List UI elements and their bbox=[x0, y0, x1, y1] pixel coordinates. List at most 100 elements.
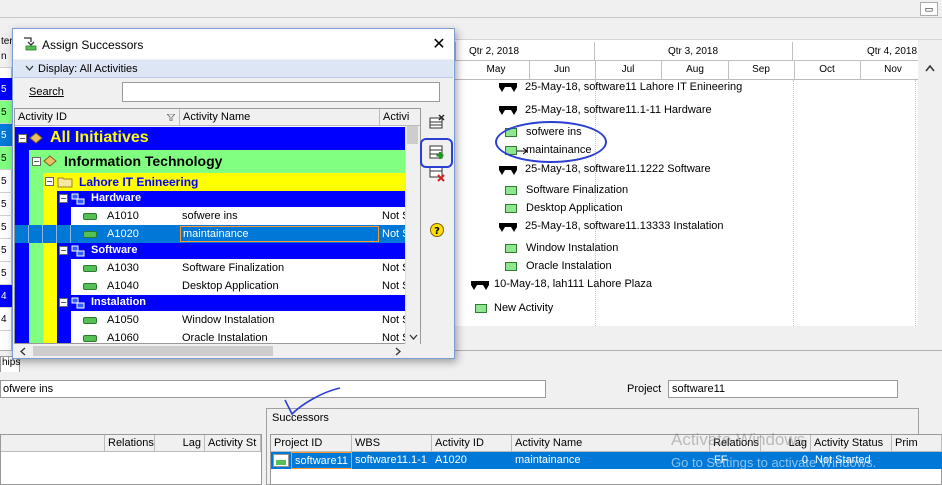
successor-activity-id[interactable]: A1020 bbox=[432, 452, 470, 469]
activity-bar[interactable] bbox=[505, 186, 517, 195]
row-cell[interactable]: 5 bbox=[0, 262, 12, 285]
activity-tree-grid[interactable]: Activity ID Activity Name Activi − All I… bbox=[14, 108, 421, 344]
annotation-checkmark bbox=[284, 387, 341, 416]
month-label: Oct bbox=[819, 64, 835, 75]
scroll-left-icon[interactable] bbox=[19, 347, 26, 356]
activity-icon bbox=[83, 335, 97, 342]
filter-funnel-icon[interactable] bbox=[167, 114, 175, 121]
collapse-icon[interactable]: − bbox=[32, 157, 41, 166]
activity-row[interactable]: A1030 Software Finalization Not S bbox=[15, 259, 406, 277]
row-cell[interactable]: 5 bbox=[0, 124, 12, 147]
successor-wbs[interactable]: software11.1-1 bbox=[352, 452, 430, 469]
gantt-vertical-scrollbar[interactable] bbox=[918, 40, 942, 340]
activity-icon bbox=[83, 265, 97, 272]
activity-icon bbox=[83, 283, 97, 290]
activity-row[interactable]: A1040 Desktop Application Not S bbox=[15, 277, 406, 295]
annotation-ellipse bbox=[495, 121, 607, 163]
activity-row[interactable]: A1060 Oracle Instalation Not S bbox=[15, 329, 406, 343]
row-cell[interactable]: 5 bbox=[0, 101, 12, 124]
activity-bar[interactable] bbox=[505, 262, 517, 271]
gantt-row-label: New Activity bbox=[494, 302, 554, 314]
activity-name[interactable]: maintainance bbox=[180, 226, 379, 242]
project-field[interactable]: software11 bbox=[668, 380, 898, 398]
eps-node-icon bbox=[29, 132, 43, 144]
successor-activity-name[interactable]: maintainance bbox=[512, 452, 583, 469]
month-label: Sep bbox=[752, 64, 770, 75]
remove-grid-icon[interactable] bbox=[429, 166, 445, 182]
activity-status: Not S bbox=[382, 280, 406, 292]
restore-button[interactable]: ▭ bbox=[920, 2, 938, 16]
activity-table-partial-column: ter n 5 5 5 5 5 5 5 5 5 4 4 bbox=[0, 30, 13, 350]
activity-bar[interactable] bbox=[505, 244, 517, 253]
column-header[interactable]: Project ID bbox=[271, 435, 352, 452]
close-icon[interactable]: ✕ bbox=[430, 34, 448, 54]
tree-node-label: Instalation bbox=[91, 296, 147, 308]
row-cell[interactable]: 5 bbox=[0, 78, 12, 101]
tree-row-hardware[interactable]: − Hardware bbox=[15, 191, 406, 207]
activation-watermark-subtitle: Go to Settings to activate Windows. bbox=[671, 455, 877, 470]
scroll-down-icon[interactable] bbox=[409, 334, 418, 341]
row-cell[interactable]: 5 bbox=[0, 193, 12, 216]
row-cell[interactable]: 4 bbox=[0, 285, 12, 308]
successor-project-id[interactable]: software11 bbox=[291, 452, 352, 469]
activity-name: Window Instalation bbox=[182, 314, 275, 326]
activity-icon bbox=[83, 317, 97, 324]
predecessors-grid[interactable]: Relations Lag Activity St bbox=[0, 434, 262, 485]
display-filter-label[interactable]: Display: All Activities bbox=[38, 63, 138, 75]
collapse-icon[interactable]: − bbox=[59, 246, 68, 255]
scroll-up-icon[interactable] bbox=[925, 64, 935, 72]
dialog-title: Assign Successors bbox=[42, 38, 144, 52]
month-label: May bbox=[486, 64, 506, 75]
tree-row-software[interactable]: − Software bbox=[15, 243, 406, 259]
gantt-chart[interactable]: 25-May-18, software11 Lahore IT Enineeri… bbox=[455, 80, 918, 326]
activity-bar[interactable] bbox=[505, 204, 517, 213]
collapse-icon[interactable]: − bbox=[45, 177, 54, 186]
column-header[interactable]: Activity St bbox=[205, 435, 261, 452]
activity-name: Desktop Application bbox=[182, 280, 279, 292]
column-header[interactable]: Relations bbox=[105, 435, 155, 452]
collapse-icon[interactable]: − bbox=[59, 298, 68, 307]
tree-node-label: All Initiatives bbox=[50, 129, 149, 146]
tree-vertical-scroll-thumb[interactable] bbox=[407, 126, 418, 144]
project-icon bbox=[273, 454, 289, 467]
collapse-icon[interactable]: − bbox=[18, 134, 27, 143]
activity-name: Software Finalization bbox=[182, 262, 285, 274]
gantt-row-label: 25-May-18, software11.13333 Instalation bbox=[525, 220, 724, 232]
tree-row-information-technology[interactable]: − Information Technology bbox=[15, 150, 406, 173]
row-cell[interactable]: 5 bbox=[0, 216, 12, 239]
wbs-icon bbox=[71, 245, 85, 257]
gantt-row-label: Software Finalization bbox=[526, 184, 629, 196]
chevron-down-icon[interactable] bbox=[25, 65, 34, 72]
column-header[interactable]: Activity Status bbox=[811, 435, 892, 452]
column-header[interactable]: Activity ID bbox=[15, 109, 180, 126]
tree-row-all-initiatives[interactable]: − All Initiatives bbox=[15, 127, 406, 150]
column-header[interactable]: Prim bbox=[892, 435, 942, 452]
scroll-right-icon[interactable] bbox=[395, 347, 402, 356]
close-grid-icon[interactable] bbox=[429, 114, 445, 130]
column-header[interactable]: Activi bbox=[380, 109, 420, 126]
activity-status: Not S bbox=[382, 228, 406, 240]
column-header[interactable]: Activity ID bbox=[432, 435, 512, 452]
row-cell[interactable]: 5 bbox=[0, 170, 12, 193]
tree-row-lahore-it-enineering[interactable]: − Lahore IT Enineering bbox=[15, 173, 406, 191]
help-icon[interactable]: ? bbox=[429, 222, 445, 238]
activity-row[interactable]: A1050 Window Instalation Not S bbox=[15, 311, 406, 329]
row-cell[interactable]: 5 bbox=[0, 147, 12, 170]
search-input[interactable] bbox=[122, 82, 440, 102]
column-header[interactable]: WBS bbox=[352, 435, 432, 452]
activity-name-field[interactable]: ofwere ins bbox=[0, 380, 546, 398]
month-label: Jul bbox=[621, 64, 635, 75]
activity-row[interactable]: A1010 sofwere ins Not S bbox=[15, 207, 406, 225]
collapse-icon[interactable]: − bbox=[59, 194, 68, 203]
row-cell[interactable]: 5 bbox=[0, 239, 12, 262]
tree-row-instalation[interactable]: − Instalation bbox=[15, 295, 406, 311]
tree-horizontal-scroll-thumb[interactable] bbox=[33, 346, 273, 356]
gantt-horizontal-scrollbar[interactable] bbox=[455, 326, 942, 340]
column-header[interactable]: Lag bbox=[155, 435, 205, 452]
activity-bar[interactable] bbox=[475, 304, 487, 313]
summary-bar-icon bbox=[499, 166, 517, 175]
activity-row-selected[interactable]: A1020 maintainance Not S bbox=[15, 225, 406, 243]
column-header[interactable]: Activity Name bbox=[180, 109, 380, 126]
row-cell[interactable]: 4 bbox=[0, 308, 12, 331]
tree-vertical-scrollbar[interactable] bbox=[405, 126, 420, 344]
